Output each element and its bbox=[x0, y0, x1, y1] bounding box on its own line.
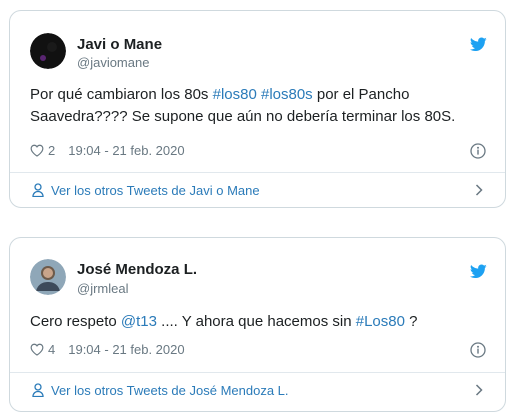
twitter-bird-icon[interactable] bbox=[470, 37, 487, 52]
tweet-text: Cero respeto @t13 .... Y ahora que hacem… bbox=[30, 311, 492, 333]
author-name[interactable]: José Mendoza L. bbox=[77, 261, 197, 278]
chevron-right-icon bbox=[475, 384, 483, 396]
info-icon[interactable] bbox=[470, 143, 486, 159]
tweet-meta: 2 19:04 - 21 feb. 2020 bbox=[30, 143, 185, 158]
hashtag-link[interactable]: #Los80 bbox=[356, 313, 405, 330]
tweet-text-segment: .... Y ahora que hacemos sin bbox=[156, 313, 356, 330]
more-tweets-link[interactable]: Ver los otros Tweets de Javi o Mane bbox=[10, 173, 505, 207]
tweet-card: Javi o Mane @javiomane Por qué cambiaron… bbox=[9, 10, 506, 208]
heart-icon[interactable] bbox=[30, 343, 44, 356]
like-count: 2 bbox=[48, 143, 56, 158]
hashtag-link[interactable]: #los80s bbox=[261, 86, 313, 103]
tweet-text-segment: Cero respeto bbox=[30, 313, 121, 330]
author-handle[interactable]: @javiomane bbox=[77, 55, 149, 70]
person-icon bbox=[32, 383, 44, 397]
heart-icon[interactable] bbox=[30, 144, 44, 157]
avatar[interactable] bbox=[30, 259, 66, 295]
tweet-card: José Mendoza L. @jrmleal Cero respeto @t… bbox=[9, 237, 506, 412]
timestamp-link[interactable]: 19:04 - 21 feb. 2020 bbox=[68, 143, 184, 158]
timestamp-link[interactable]: 19:04 - 21 feb. 2020 bbox=[68, 342, 184, 357]
person-icon bbox=[32, 183, 44, 197]
mention-link[interactable]: @t13 bbox=[121, 313, 157, 330]
twitter-bird-icon[interactable] bbox=[470, 264, 487, 279]
tweet-text-segment: Por qué cambiaron los 80s bbox=[30, 86, 213, 103]
more-tweets-label: Ver los otros Tweets de Javi o Mane bbox=[51, 182, 260, 198]
more-tweets-link[interactable]: Ver los otros Tweets de José Mendoza L. bbox=[10, 373, 505, 407]
like-count: 4 bbox=[48, 342, 56, 357]
tweet-text: Por qué cambiaron los 80s #los80 #los80s… bbox=[30, 84, 492, 128]
hashtag-link[interactable]: #los80 bbox=[213, 86, 257, 103]
chevron-right-icon bbox=[475, 184, 483, 196]
tweet-meta: 4 19:04 - 21 feb. 2020 bbox=[30, 342, 185, 357]
author-name[interactable]: Javi o Mane bbox=[77, 36, 162, 53]
author-handle[interactable]: @jrmleal bbox=[77, 281, 128, 296]
more-tweets-label: Ver los otros Tweets de José Mendoza L. bbox=[51, 382, 289, 398]
tweet-text-segment: ? bbox=[404, 313, 418, 330]
avatar[interactable] bbox=[30, 33, 66, 69]
info-icon[interactable] bbox=[470, 342, 486, 358]
